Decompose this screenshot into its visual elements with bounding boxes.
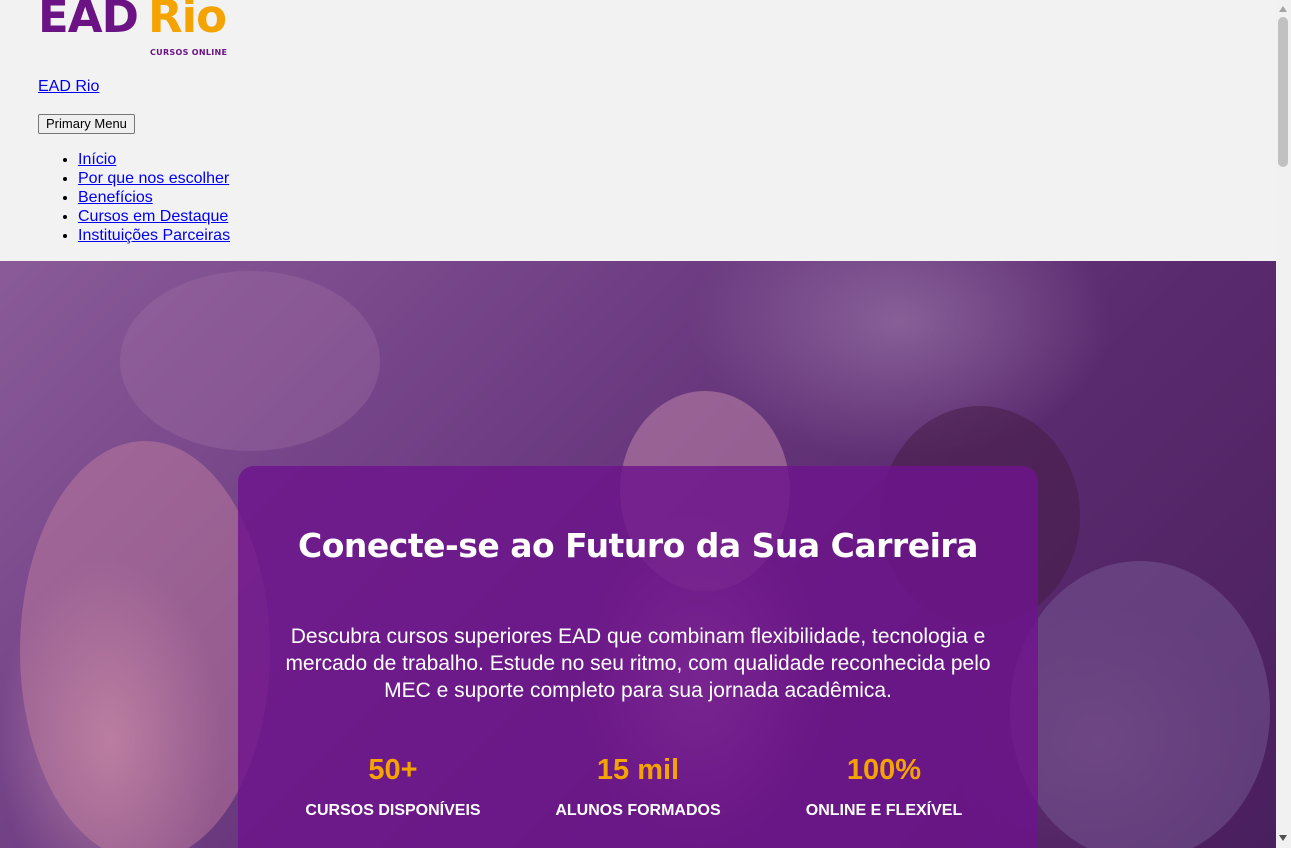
primary-nav: Início Por que nos escolher Benefícios C… (38, 150, 230, 245)
nav-item: Por que nos escolher (78, 169, 230, 188)
stat-label: ALUNOS FORMADOS (555, 802, 721, 819)
stat-label: ONLINE E FLEXÍVEL (805, 802, 963, 819)
nav-link-instituicoes-parceiras[interactable]: Instituições Parceiras (78, 227, 230, 244)
hero-title: Conecte-se ao Futuro da Sua Carreira (298, 526, 978, 565)
stat-value: 15 mil (596, 754, 680, 786)
hero-description: Descubra cursos superiores EAD que combi… (285, 625, 991, 702)
vertical-scrollbar[interactable] (1276, 0, 1291, 848)
logo-brand-accent: Rio (148, 0, 227, 43)
page: EAD Rio CURSOS ONLINE EAD Rio Primary Me… (0, 0, 1276, 848)
stat-graduates: 15 mil ALUNOS FORMADOS (538, 756, 738, 820)
nav-link-por-que-nos-escolher[interactable]: Por que nos escolher (78, 170, 229, 187)
stat-courses: 50+ CURSOS DISPONÍVEIS (293, 756, 493, 820)
nav-link-inicio[interactable]: Início (78, 151, 116, 168)
stat-value: 50+ (368, 754, 418, 786)
nav-link-beneficios[interactable]: Benefícios (78, 189, 153, 206)
primary-menu-button[interactable]: Primary Menu (38, 114, 135, 134)
scrollbar-thumb[interactable] (1278, 17, 1288, 167)
stat-value: 100% (846, 754, 922, 786)
site-header: EAD Rio CURSOS ONLINE EAD Rio Primary Me… (0, 0, 1276, 261)
logo-brand-primary: EAD (38, 0, 139, 43)
scroll-down-arrow-icon[interactable] (1279, 835, 1287, 841)
hero-background-jacket (1010, 561, 1270, 848)
nav-item: Início (78, 150, 230, 169)
stat-label: CURSOS DISPONÍVEIS (305, 802, 481, 819)
stat-online: 100% ONLINE E FLEXÍVEL (784, 756, 984, 820)
hero-card: Conecte-se ao Futuro da Sua Carreira Des… (238, 466, 1038, 848)
hero-background-photo (120, 271, 380, 451)
nav-item: Benefícios (78, 188, 230, 207)
nav-link-cursos-em-destaque[interactable]: Cursos em Destaque (78, 208, 228, 225)
scroll-up-arrow-icon[interactable] (1279, 6, 1287, 12)
hero-background-person-left (20, 441, 270, 848)
nav-item: Cursos em Destaque (78, 207, 230, 226)
hero-section: Conecte-se ao Futuro da Sua Carreira Des… (0, 261, 1276, 848)
nav-item: Instituições Parceiras (78, 226, 230, 245)
site-title-link[interactable]: EAD Rio (38, 78, 99, 96)
logo-tagline: CURSOS ONLINE (150, 48, 228, 57)
hero-stats: 50+ CURSOS DISPONÍVEIS 15 mil ALUNOS FOR… (238, 756, 1038, 836)
site-logo[interactable]: EAD Rio CURSOS ONLINE (38, 0, 238, 62)
